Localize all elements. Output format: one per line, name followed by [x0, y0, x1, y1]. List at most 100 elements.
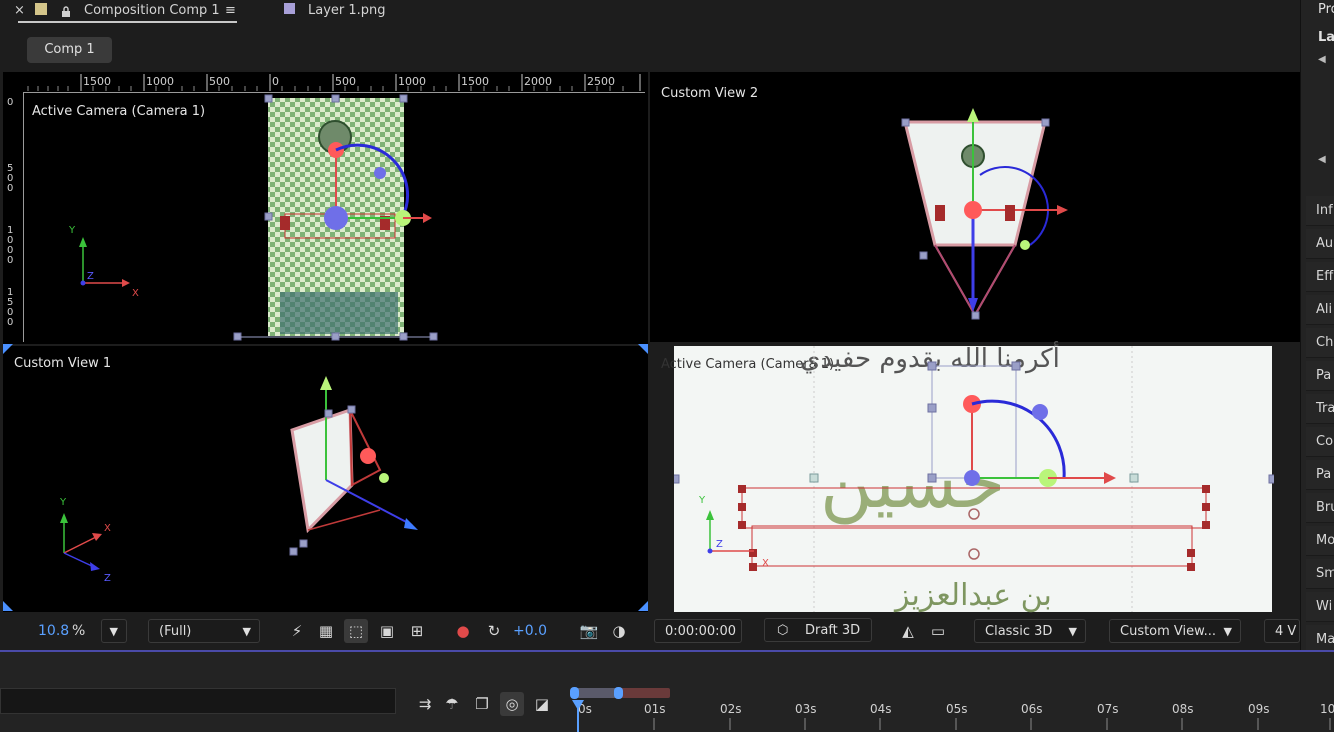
graph-editor-icon[interactable]: ◪: [530, 692, 554, 716]
draft-3d-button[interactable]: ⬡ Draft 3D: [764, 618, 872, 642]
view-corner-marker: [3, 344, 13, 354]
panel-item-wiggler[interactable]: Wi: [1306, 592, 1334, 622]
3d-ground-plane-icon[interactable]: ◭: [896, 619, 920, 643]
chevron-down-icon: ▼: [1223, 625, 1232, 638]
svg-text:Z: Z: [104, 573, 111, 584]
layer-artwork-top-left[interactable]: [230, 92, 445, 344]
time-tick-label: 03s: [795, 702, 817, 716]
comp-color-swatch: [35, 3, 47, 15]
panel-item-tracker[interactable]: Tra: [1306, 394, 1334, 424]
region-of-interest-icon[interactable]: ⬚: [344, 619, 368, 643]
panel-item-smoother[interactable]: Sm: [1306, 559, 1334, 589]
work-area-start[interactable]: [574, 688, 618, 698]
ruler-v-label: 5 0 0: [7, 163, 14, 194]
view-corner-marker: [638, 601, 648, 611]
fast-previews-icon[interactable]: ⚡: [285, 619, 309, 643]
ruler-h-label: 500: [335, 75, 356, 88]
timecode-text: 0:00:00:00: [665, 624, 737, 639]
ruler-h-label: 0: [272, 75, 279, 88]
time-tick-label: 09s: [1248, 702, 1270, 716]
show-snapshot-icon[interactable]: ◑: [607, 619, 631, 643]
svg-text:X: X: [104, 523, 111, 534]
view-layout-label: 4 V: [1275, 624, 1297, 639]
view-layout-dropdown[interactable]: 4 V: [1264, 619, 1300, 643]
motion-blur-icon[interactable]: ◎: [500, 692, 524, 716]
lock-icon[interactable]: [60, 3, 72, 17]
chevron-down-icon: ▼: [242, 625, 251, 638]
project-panel-label[interactable]: Pro: [1318, 2, 1334, 17]
frame-blending-icon[interactable]: ❐: [470, 692, 494, 716]
ruler-h-label: 1500: [461, 75, 489, 88]
layer-color-swatch: [284, 3, 295, 14]
ruler-h-label: 1000: [146, 75, 174, 88]
zoom-dropdown[interactable]: ▼: [101, 619, 127, 643]
channels-icon[interactable]: ●: [451, 619, 475, 643]
time-tick-label: 08s: [1172, 702, 1194, 716]
svg-text:Y: Y: [698, 495, 706, 506]
tab-layer-1[interactable]: Layer 1.png: [308, 0, 386, 24]
panel-item-info[interactable]: Inf: [1306, 196, 1334, 226]
extended-viewer-icon[interactable]: ▭: [926, 619, 950, 643]
layer-panel-label[interactable]: Lay: [1318, 30, 1334, 45]
view-label-bottom-left: Custom View 1: [14, 356, 112, 371]
view-corner-marker: [638, 344, 648, 354]
time-tick-label: 06s: [1021, 702, 1043, 716]
ruler-h-label: 1500: [83, 75, 111, 88]
panel-item-paragraph[interactable]: Pa: [1306, 361, 1334, 391]
toggle-mask-icon[interactable]: ▣: [375, 619, 399, 643]
playhead-marker[interactable]: [572, 700, 584, 710]
transparency-grid-icon[interactable]: ▦: [314, 619, 338, 643]
time-tick-label: 07s: [1097, 702, 1119, 716]
view-corner-marker: [3, 601, 13, 611]
work-area-handle[interactable]: [570, 687, 579, 699]
ruler-v-label: 1 0 0 0: [7, 225, 14, 266]
panel-item-content[interactable]: Co: [1306, 427, 1334, 457]
timecode-field[interactable]: 0:00:00:00: [654, 619, 742, 643]
resolution-label: (Full): [159, 624, 192, 639]
panel-item-character[interactable]: Ch: [1306, 328, 1334, 358]
panel-item-audio[interactable]: Au: [1306, 229, 1334, 259]
3d-view-label: Custom View...: [1120, 624, 1216, 639]
ruler-h-label: 2500: [587, 75, 615, 88]
time-ruler-ticks: [577, 718, 1331, 730]
panel-item-paint[interactable]: Pa: [1306, 460, 1334, 490]
draft-3d-icon: ⬡: [777, 623, 789, 638]
panel-item-effects[interactable]: Eff: [1306, 262, 1334, 292]
time-tick-label: 10: [1320, 702, 1334, 716]
chevron-down-icon: ▼: [1068, 625, 1077, 638]
exposure-value[interactable]: +0.0: [513, 623, 547, 639]
horizontal-ruler: 1500 1000 500 0 500 1000 1500 2000 2500: [3, 72, 645, 93]
chevron-down-icon: ▼: [109, 625, 118, 638]
axis-gizmo-bottom-left: Y X Z: [59, 497, 111, 584]
axis-gizmo-top-left: Y Z X: [68, 225, 139, 299]
shy-layers-icon[interactable]: ☂: [440, 692, 464, 716]
resolution-dropdown[interactable]: (Full) ▼: [148, 619, 260, 643]
comp-1-button[interactable]: Comp 1: [27, 37, 112, 63]
svg-text:Y: Y: [68, 225, 76, 236]
panel-item-brushes[interactable]: Bru: [1306, 493, 1334, 523]
ruler-h-label: 500: [209, 75, 230, 88]
reset-exposure-icon[interactable]: ↻: [482, 619, 506, 643]
time-tick-label: 05s: [946, 702, 968, 716]
grid-guides-icon[interactable]: ⊞: [405, 619, 429, 643]
transform-gizmo-bottom-right[interactable]: Y Z X: [674, 346, 1274, 612]
collapse-arrow-icon[interactable]: ◀: [1318, 154, 1326, 165]
panel-item-align[interactable]: Ali: [1306, 295, 1334, 325]
work-area-handle[interactable]: [614, 687, 623, 699]
ruler-h-label: 1000: [398, 75, 426, 88]
3d-view-dropdown[interactable]: Custom View... ▼: [1109, 619, 1241, 643]
ruler-v-label: 0: [7, 97, 14, 108]
svg-text:Y: Y: [59, 497, 67, 508]
layer-artwork-bottom-left[interactable]: [280, 370, 430, 565]
view-label-top-right: Custom View 2: [661, 86, 759, 101]
active-tab-indicator: [18, 21, 237, 23]
zoom-value[interactable]: 10.8: [38, 623, 69, 639]
timeline-search-input[interactable]: [0, 688, 396, 714]
zoom-unit: %: [72, 623, 86, 639]
composition-flowchart-icon[interactable]: ⇉: [413, 692, 437, 716]
layer-artwork-top-right[interactable]: [890, 100, 1080, 325]
snapshot-camera-icon[interactable]: 📷: [577, 619, 601, 643]
collapse-arrow-icon[interactable]: ◀: [1318, 54, 1326, 65]
panel-item-motion[interactable]: Mo: [1306, 526, 1334, 556]
renderer-dropdown[interactable]: Classic 3D ▼: [974, 619, 1086, 643]
